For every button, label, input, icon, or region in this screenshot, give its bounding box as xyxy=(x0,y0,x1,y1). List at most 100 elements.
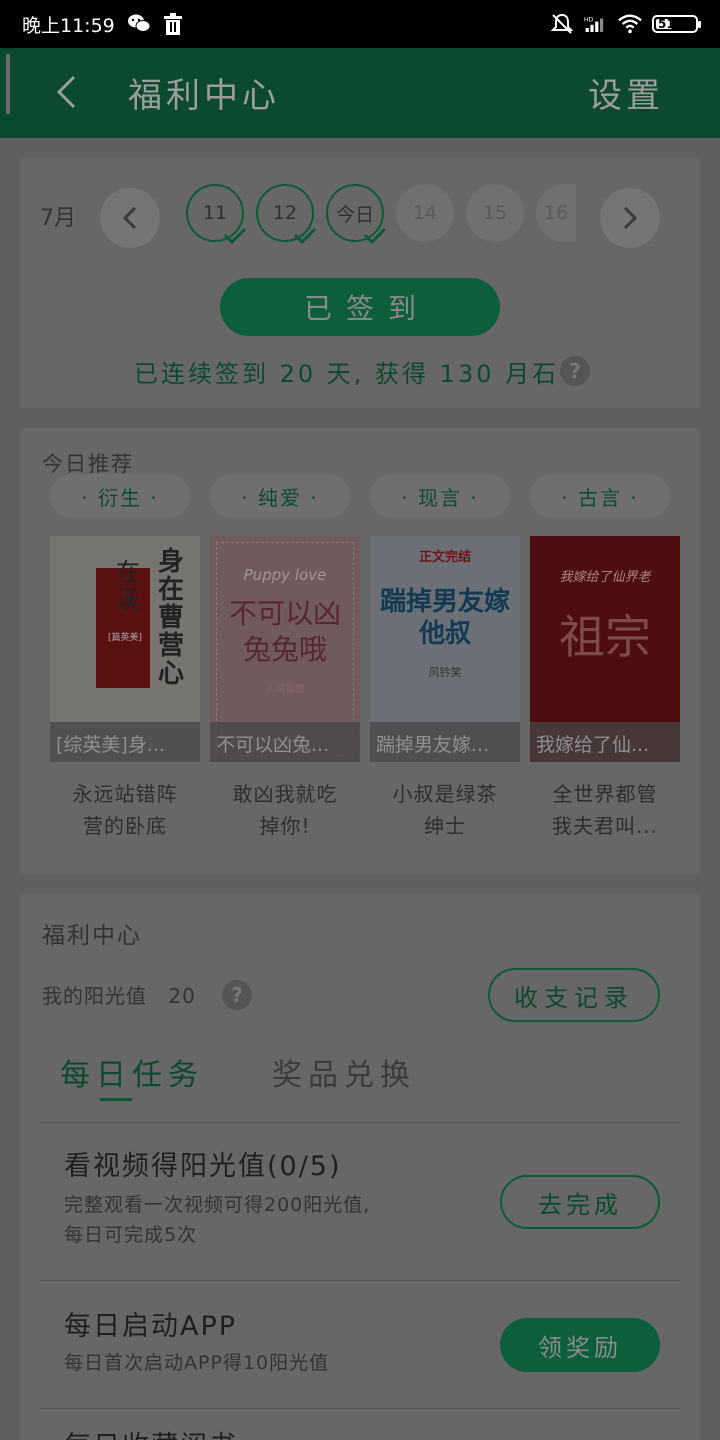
book-title-overlay: 我嫁给了仙... xyxy=(530,722,680,762)
task-desc: 完整观看一次视频可得200阳光值, 每日可完成5次 xyxy=(64,1190,370,1250)
sunshine-value: 20 xyxy=(168,984,196,1008)
status-bar: 晚上11:59 HD 51 xyxy=(0,0,720,48)
day-15: 15 xyxy=(466,184,524,242)
task-desc-line: 每日可完成5次 xyxy=(64,1224,198,1246)
day-today: 今日 xyxy=(326,184,387,245)
book-desc-line: 掉你! xyxy=(259,814,311,838)
wifi-icon xyxy=(618,12,642,36)
wechat-icon xyxy=(127,12,151,36)
chip-bl[interactable]: · 纯爱 · xyxy=(210,474,350,518)
book-desc: 全世界都管 我夫君叫... xyxy=(530,778,680,842)
check-icon xyxy=(223,227,247,245)
book-desc-line: 绅士 xyxy=(424,814,466,838)
prev-days-button[interactable] xyxy=(100,188,160,248)
sunshine-row: 我的阳光值 20 xyxy=(42,980,196,1009)
cover-subtitle: Puppy love xyxy=(243,566,327,584)
cover-subtitle: 我嫁给了仙界老 xyxy=(559,570,651,585)
book-desc-line: 营的卧底 xyxy=(83,814,167,838)
streak-text: 已连续签到 20 天, 获得 130 月石 xyxy=(134,360,560,388)
day-label: 15 xyxy=(482,202,508,224)
check-icon xyxy=(363,227,387,245)
battery-icon: 51 xyxy=(652,15,701,33)
day-label: 14 xyxy=(412,202,438,224)
task-desc: 每日首次启动APP得10阳光值 xyxy=(64,1348,329,1378)
day-14: 14 xyxy=(396,184,454,242)
cover-title: 踹掉男友嫁他叔 xyxy=(380,587,511,649)
book-desc-line: 我夫君叫... xyxy=(551,814,659,838)
tab-prize-exchange[interactable]: 奖品兑换 xyxy=(272,1050,416,1094)
task-title: 每日收藏阅书 xyxy=(64,1424,238,1440)
streak-help-icon[interactable]: ? xyxy=(560,356,590,386)
network-label: HD xyxy=(584,17,594,24)
month-label: 7月 xyxy=(40,206,76,231)
page-title: 福利中心 xyxy=(128,76,280,116)
day-label: 11 xyxy=(202,202,228,224)
cover-subtitle: 正文完结 xyxy=(418,550,471,565)
book-title-overlay: 不可以凶兔... xyxy=(210,722,360,762)
book-card-3[interactable]: 正文完结 踹掉男友嫁他叔 风钤笑 踹掉男友嫁... 小叔是绿茶 绅士 xyxy=(370,536,520,842)
signin-card: 7月 11 12 今日 14 15 16 已签到 已连续签到 20 天, 获得 … xyxy=(20,158,700,408)
book-card-4[interactable]: 我嫁给了仙界老 祖宗 我嫁给了仙... 全世界都管 我夫君叫... xyxy=(530,536,680,842)
day-label: 16 xyxy=(543,202,569,224)
book-title-overlay: 踹掉男友嫁... xyxy=(370,722,520,762)
book-desc: 永远站错阵 营的卧底 xyxy=(50,778,200,842)
chip-derivative[interactable]: · 衍生 · xyxy=(50,474,190,518)
mute-icon xyxy=(550,12,574,36)
check-icon xyxy=(293,227,317,245)
signed-in-button[interactable]: 已签到 xyxy=(220,278,500,336)
cover-tag: [篇英美] xyxy=(108,633,143,643)
book-cover[interactable]: Puppy love 不可以凶兔兔哦 人间蜜糖 不可以凶兔... xyxy=(210,536,360,762)
chevron-left-icon xyxy=(56,75,76,109)
task-title: 看视频得阳光值(0/5) xyxy=(64,1151,342,1182)
day-11: 11 xyxy=(186,184,247,245)
edge-handle xyxy=(6,54,10,114)
task-desc-line: 每日首次启动APP得10阳光值 xyxy=(64,1352,330,1374)
recommend-card: 今日推荐 · 衍生 · · 纯爱 · · 现言 · · 古言 · 身在曹营心 在… xyxy=(20,428,700,874)
tab-daily-tasks[interactable]: 每日任务 xyxy=(60,1050,204,1094)
task-desc-line: 完整观看一次视频可得200阳光值, xyxy=(64,1194,371,1216)
book-cover[interactable]: 正文完结 踹掉男友嫁他叔 风钤笑 踹掉男友嫁... xyxy=(370,536,520,762)
day-label: 12 xyxy=(272,202,298,224)
cover-tag: 人间蜜糖 xyxy=(265,684,305,695)
divider xyxy=(40,1280,680,1281)
divider xyxy=(40,1408,680,1409)
book-cover[interactable]: 我嫁给了仙界老 祖宗 我嫁给了仙... xyxy=(530,536,680,762)
chip-ancient-romance[interactable]: · 古言 · xyxy=(530,474,670,518)
book-desc-line: 全世界都管 xyxy=(552,782,658,806)
book-desc-line: 小叔是绿茶 xyxy=(392,782,498,806)
book-desc: 小叔是绿茶 绅士 xyxy=(370,778,520,842)
book-card-1[interactable]: 身在曹营心 在漢 [篇英美] [综英美]身... 永远站错阵 营的卧底 xyxy=(50,536,200,842)
cover-title: 不可以凶兔兔哦 xyxy=(228,597,341,666)
chevron-left-icon xyxy=(122,206,137,230)
sunshine-help-icon[interactable]: ? xyxy=(222,980,252,1010)
task-title: 每日启动APP xyxy=(64,1311,238,1342)
trash-icon xyxy=(161,12,185,36)
sunshine-label: 我的阳光值 xyxy=(42,984,147,1008)
status-time: 晚上11:59 xyxy=(22,14,115,37)
book-title-overlay: [综英美]身... xyxy=(50,722,200,762)
settings-button[interactable]: 设置 xyxy=(588,68,664,117)
active-tab-indicator xyxy=(100,1098,132,1101)
chip-modern-romance[interactable]: · 现言 · xyxy=(370,474,510,518)
cover-tag: 风钤笑 xyxy=(428,666,462,679)
claim-reward-button[interactable]: 领奖励 xyxy=(500,1318,660,1372)
book-cover[interactable]: 身在曹营心 在漢 [篇英美] [综英美]身... xyxy=(50,536,200,762)
day-16: 16 xyxy=(536,184,576,242)
day-12: 12 xyxy=(256,184,317,245)
signal-icon: HD xyxy=(584,12,608,36)
back-button[interactable] xyxy=(48,72,84,112)
next-days-button[interactable] xyxy=(600,188,660,248)
book-desc: 敢凶我就吃 掉你! xyxy=(210,778,360,842)
cover-subtitle: 在漢 xyxy=(116,558,140,614)
chevron-right-icon xyxy=(623,206,638,230)
welfare-card: 福利中心 我的阳光值 20 ? 收支记录 每日任务 奖品兑换 看视频得阳光值(0… xyxy=(20,894,700,1440)
book-card-2[interactable]: Puppy love 不可以凶兔兔哦 人间蜜糖 不可以凶兔... 敢凶我就吃 掉… xyxy=(210,536,360,842)
book-desc-line: 敢凶我就吃 xyxy=(232,782,338,806)
records-button[interactable]: 收支记录 xyxy=(488,968,660,1022)
cover-title: 祖宗 xyxy=(559,610,651,664)
day-label: 今日 xyxy=(335,203,374,226)
divider xyxy=(40,1122,680,1123)
go-complete-button[interactable]: 去完成 xyxy=(500,1175,660,1229)
cover-title: 身在曹营心 xyxy=(158,547,185,689)
book-desc-line: 永远站错阵 xyxy=(72,782,178,806)
